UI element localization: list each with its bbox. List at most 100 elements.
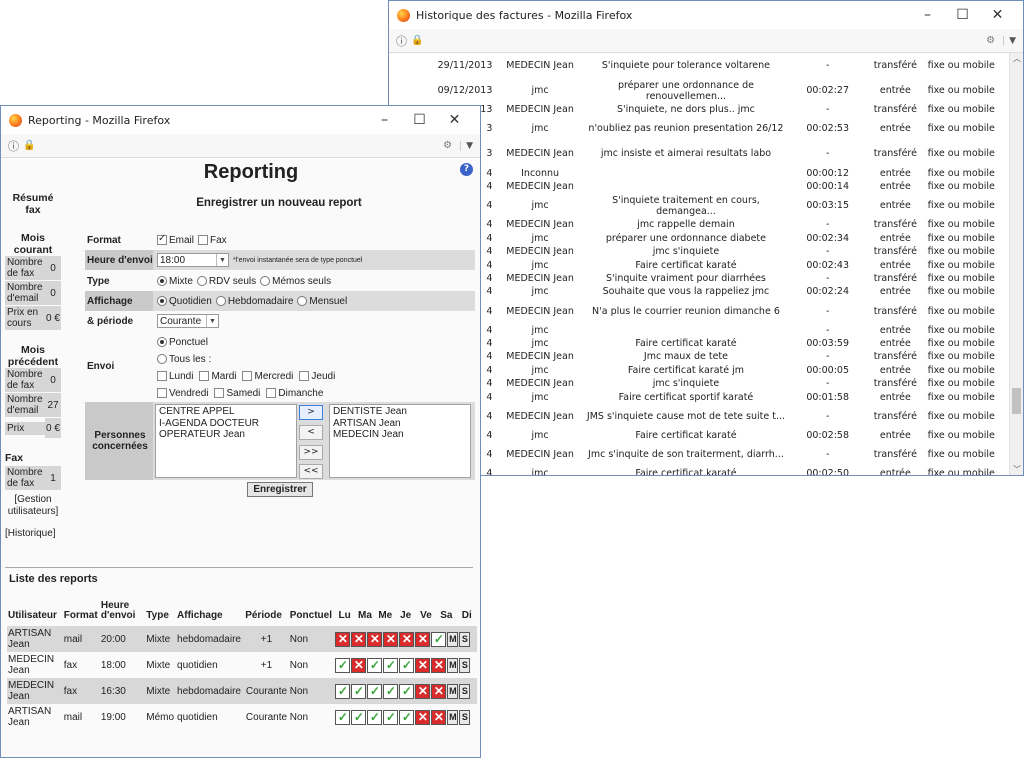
historique-row[interactable]: 4 MEDECIN Jean Jmc maux de tete - transféré f… <box>389 350 1009 363</box>
enregistrer-button[interactable]: Enregistrer <box>247 482 313 497</box>
historique-row[interactable]: 3 MEDECIN Jean jmc insiste et aimerai resu… <box>389 141 1009 166</box>
day-checkbox[interactable] <box>157 388 167 399</box>
historique-row[interactable]: 09/12/2013MEDECIN JeanS'inquiete, ne dor… <box>389 103 1009 116</box>
cross-icon[interactable]: ✕ <box>335 631 351 647</box>
delete-button[interactable]: S <box>459 683 471 699</box>
cross-icon[interactable]: ✕ <box>367 631 383 647</box>
historique-link[interactable]: [Historique] <box>5 528 61 540</box>
report-row[interactable]: MEDECIN Jean fax 16:30 Mixte hebdomadaire Cou… <box>7 678 477 704</box>
mixte-radio[interactable] <box>157 276 167 286</box>
selected-person-item[interactable]: ARTISAN Jean <box>333 418 467 430</box>
periode-select[interactable]: Courante ▼ <box>157 314 219 328</box>
check-icon[interactable]: ✓ <box>399 657 415 673</box>
day-checkbox-item[interactable]: Samedi <box>214 385 260 402</box>
available-person-item[interactable]: OPERATEUR Jean <box>159 429 293 441</box>
move-left-button[interactable]: < <box>299 425 323 440</box>
quotidien-radio[interactable] <box>157 296 167 306</box>
report-row[interactable]: ARTISAN Jean mail 20:00 Mixte hebdomadaire +1… <box>7 626 477 652</box>
modify-button[interactable]: M <box>447 631 459 647</box>
delete-button[interactable]: S <box>459 631 471 647</box>
available-persons-list[interactable]: CENTRE APPEL I-AGENDA DOCTEUR OPERATEUR Je… <box>155 404 297 478</box>
check-icon[interactable]: ✓ <box>383 683 399 699</box>
day-checkbox-item[interactable]: Mercredi <box>242 368 293 385</box>
cross-icon[interactable]: ✕ <box>431 709 447 725</box>
check-icon[interactable]: ✓ <box>399 683 415 699</box>
historique-row[interactable]: 4 jmc Faire certificat karaté 00:02:58 entré… <box>389 429 1009 442</box>
check-icon[interactable]: ✓ <box>351 709 367 725</box>
check-icon[interactable]: ✓ <box>383 657 399 673</box>
email-checkbox[interactable] <box>157 233 167 245</box>
historique-row[interactable]: 4 jmc préparer une ordonnance diabete 00:02… <box>389 232 1009 245</box>
cross-icon[interactable]: ✕ <box>383 631 399 647</box>
check-icon[interactable]: ✓ <box>367 683 383 699</box>
cross-icon[interactable]: ✕ <box>431 683 447 699</box>
day-checkbox[interactable] <box>214 388 225 399</box>
maximize-button[interactable]: ☐ <box>402 112 437 128</box>
modify-button[interactable]: M <box>447 709 459 725</box>
help-icon[interactable]: ? <box>460 163 473 176</box>
check-icon[interactable]: ✓ <box>335 683 351 699</box>
historique-row[interactable]: 4 MEDECIN Jean Jmc s'inquite de son traite… <box>389 442 1009 467</box>
delete-button[interactable]: S <box>459 709 471 725</box>
selected-person-item[interactable]: DENTISTE Jean <box>333 406 467 418</box>
day-checkbox[interactable] <box>266 388 277 399</box>
cross-icon[interactable]: ✕ <box>415 657 431 673</box>
info-icon[interactable]: ⓘ <box>396 33 407 49</box>
historique-row[interactable]: 4 jmc Faire certificat sportif karaté 00:01… <box>389 390 1009 403</box>
day-checkbox[interactable] <box>199 371 210 382</box>
fax-checkbox[interactable] <box>198 235 209 245</box>
day-checkbox-item[interactable]: Vendredi <box>157 385 208 402</box>
historique-row[interactable]: 4 jmc Faire certificat karaté jm 00:00:05 en… <box>389 364 1009 377</box>
cross-icon[interactable]: ✕ <box>415 709 431 725</box>
cross-icon[interactable]: ✕ <box>399 631 415 647</box>
vertical-scrollbar[interactable]: ︿ ﹀ <box>1009 53 1023 475</box>
menu-chevron-icon[interactable]: ▼ <box>460 140 473 151</box>
check-icon[interactable]: ✓ <box>431 631 447 647</box>
historique-row[interactable]: 09/12/2013 jmc préparer une ordonnance de … <box>389 78 1009 103</box>
cross-icon[interactable]: ✕ <box>415 683 431 699</box>
scroll-up-icon[interactable]: ︿ <box>1010 53 1023 64</box>
available-person-item[interactable]: CENTRE APPEL <box>159 406 293 418</box>
day-checkbox-item[interactable]: Mardi <box>199 368 236 385</box>
historique-row[interactable]: 4 MEDECIN Jean S'inquite vraiment pour dia… <box>389 272 1009 285</box>
ponctuel-radio[interactable] <box>157 337 167 348</box>
move-right-button[interactable]: > <box>299 405 323 420</box>
selected-persons-list[interactable]: DENTISTE Jean ARTISAN Jean MEDECIN Jean <box>329 404 471 478</box>
cross-icon[interactable]: ✕ <box>431 657 447 673</box>
move-all-left-button[interactable]: << <box>299 464 323 479</box>
day-checkbox[interactable] <box>242 371 253 382</box>
extension-icon[interactable]: ⚙ <box>986 35 995 46</box>
day-checkbox[interactable] <box>157 371 167 382</box>
historique-row[interactable]: 4 jmc Faire certificat karaté 00:02:43 entré… <box>389 258 1009 271</box>
check-icon[interactable]: ✓ <box>335 657 351 673</box>
gestion-utilisateurs-link[interactable]: [Gestion utilisateurs] <box>5 494 61 518</box>
historique-row[interactable]: 4 jmc Faire certificat karaté 00:02:50 entré… <box>389 467 1009 475</box>
day-checkbox-item[interactable]: Jeudi <box>299 368 335 385</box>
maximize-button[interactable]: ☐ <box>945 7 980 23</box>
selected-person-item[interactable]: MEDECIN Jean <box>333 429 467 441</box>
memos-radio[interactable] <box>260 276 271 286</box>
check-icon[interactable]: ✓ <box>367 657 383 673</box>
historique-row[interactable]: 4 jmc Faire certificat karaté 00:03:59 entré… <box>389 337 1009 350</box>
hebdomadaire-radio[interactable] <box>215 296 226 306</box>
modify-button[interactable]: M <box>447 683 459 699</box>
extension-icon[interactable]: ⚙ <box>443 140 452 151</box>
historique-row[interactable]: 4 MEDECIN Jean JMS s'inquiete cause mot de… <box>389 404 1009 429</box>
historique-row[interactable]: 4 MEDECIN Jean jmc s'inquiete - transféré fix… <box>389 377 1009 390</box>
tous-les-radio[interactable] <box>157 354 167 365</box>
historique-row[interactable]: 3 jmc n'oubliez pas reunion presentation 2… <box>389 116 1009 141</box>
check-icon[interactable]: ✓ <box>399 709 415 725</box>
check-icon[interactable]: ✓ <box>351 683 367 699</box>
day-checkbox-item[interactable]: Dimanche <box>266 385 323 402</box>
historique-row[interactable]: 4 jmc - entrée fixe ou mobile <box>389 324 1009 337</box>
available-person-item[interactable]: I-AGENDA DOCTEUR <box>159 418 293 430</box>
move-all-right-button[interactable]: >> <box>299 445 323 460</box>
minimize-button[interactable]: – <box>367 112 402 128</box>
historique-row[interactable]: 4 MEDECIN Jean jmc s'inquiete - transféré fix… <box>389 245 1009 258</box>
cross-icon[interactable]: ✕ <box>351 631 367 647</box>
minimize-button[interactable]: – <box>910 7 945 23</box>
mensuel-radio[interactable] <box>297 296 308 306</box>
report-row[interactable]: ARTISAN Jean mail 19:00 Mémo quotidien Couran… <box>7 704 477 730</box>
heure-select[interactable]: 18:00 ▼ <box>157 253 229 267</box>
cross-icon[interactable]: ✕ <box>415 631 431 647</box>
